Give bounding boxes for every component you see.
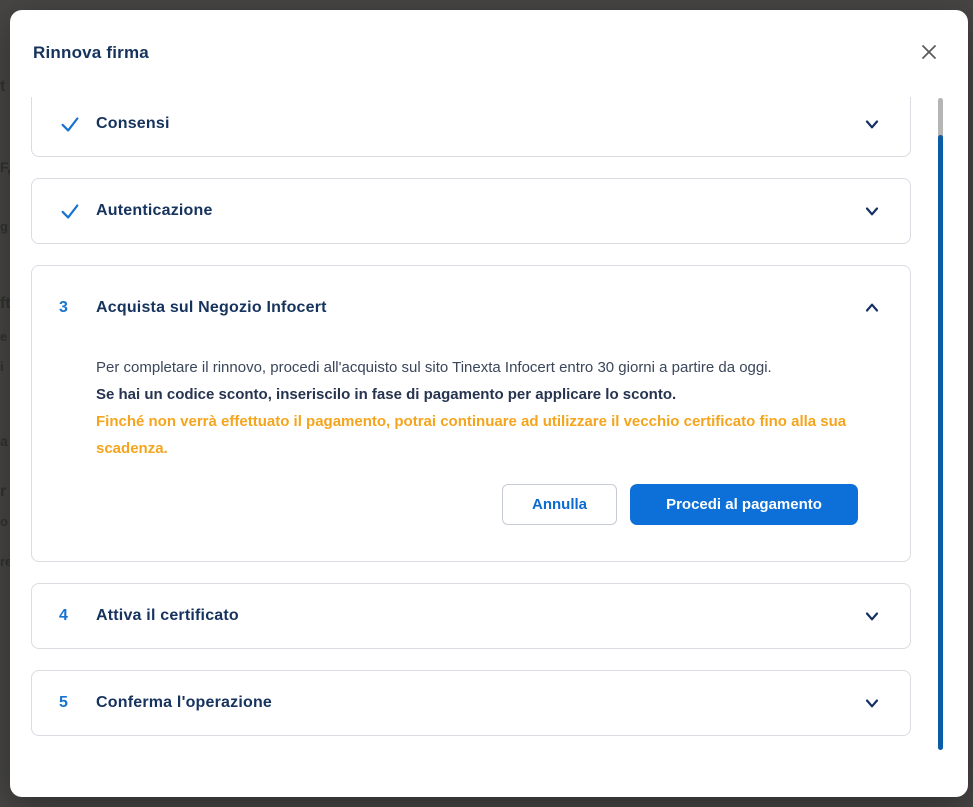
background-text-fragment: t — [0, 78, 10, 96]
close-icon — [920, 43, 938, 61]
discount-code-text: Se hai un codice sconto, inseriscilo in … — [96, 381, 852, 408]
step-number: 5 — [59, 694, 81, 712]
background-text-fragment: re — [0, 553, 10, 571]
chevron-down-icon — [862, 606, 882, 626]
step-header-acquista[interactable]: 3 Acquista sul Negozio Infocert — [32, 266, 910, 340]
step-number: 3 — [59, 299, 81, 317]
chevron-down-icon — [862, 201, 882, 221]
step-card-autenticazione: Autenticazione — [31, 178, 911, 244]
step-card-acquista: 3 Acquista sul Negozio Infocert Per comp… — [31, 265, 911, 562]
background-text-fragment: a — [0, 432, 10, 450]
step-label: Acquista sul Negozio Infocert — [96, 299, 862, 317]
dialog-header: Rinnova firma — [10, 10, 968, 97]
step-label: Attiva il certificato — [96, 607, 862, 625]
chevron-down-icon — [862, 114, 882, 134]
step-card-conferma: 5 Conferma l'operazione — [31, 670, 911, 736]
renewal-instructions-text: Per completare il rinnovo, procedi all'a… — [96, 354, 852, 381]
step-body-acquista: Per completare il rinnovo, procedi all'a… — [32, 340, 910, 462]
step-label: Autenticazione — [96, 202, 862, 220]
background-text-fragment: o — [0, 513, 10, 531]
background-text-fragment: F, — [0, 158, 10, 176]
scrollbar-track[interactable] — [938, 98, 943, 750]
step-header-conferma[interactable]: 5 Conferma l'operazione — [32, 671, 910, 735]
step-actions: Annulla Procedi al pagamento — [32, 462, 910, 561]
dialog-title: Rinnova firma — [33, 43, 149, 63]
step-number: 4 — [59, 607, 81, 625]
check-icon — [59, 200, 81, 222]
proceed-to-payment-button[interactable]: Procedi al pagamento — [630, 484, 858, 525]
steps-list: Consensi Autenticazione — [10, 97, 930, 736]
step-label: Consensi — [96, 115, 862, 133]
check-icon — [59, 113, 81, 135]
cancel-button[interactable]: Annulla — [502, 484, 617, 525]
step-card-attiva: 4 Attiva il certificato — [31, 583, 911, 649]
background-text-fragment: r — [0, 483, 10, 501]
steps-scroll-area: Consensi Autenticazione — [10, 97, 930, 750]
rinnova-firma-dialog: Rinnova firma Consensi — [10, 10, 968, 797]
step-header-attiva[interactable]: 4 Attiva il certificato — [32, 584, 910, 648]
background-text-fragment: i — [0, 358, 10, 376]
background-text-fragment: g — [0, 218, 10, 236]
payment-warning-text: Finché non verrà effettuato il pagamento… — [96, 408, 852, 462]
close-button[interactable] — [911, 34, 947, 70]
step-label: Conferma l'operazione — [96, 694, 862, 712]
chevron-up-icon — [862, 298, 882, 318]
background-text-fragment: ft — [0, 295, 10, 313]
background-text-fragment: e — [0, 328, 10, 346]
scrollbar-thumb[interactable] — [938, 135, 943, 750]
chevron-down-icon — [862, 693, 882, 713]
step-header-autenticazione[interactable]: Autenticazione — [32, 179, 910, 243]
step-header-consensi[interactable]: Consensi — [32, 97, 910, 156]
step-card-consensi: Consensi — [31, 97, 911, 157]
